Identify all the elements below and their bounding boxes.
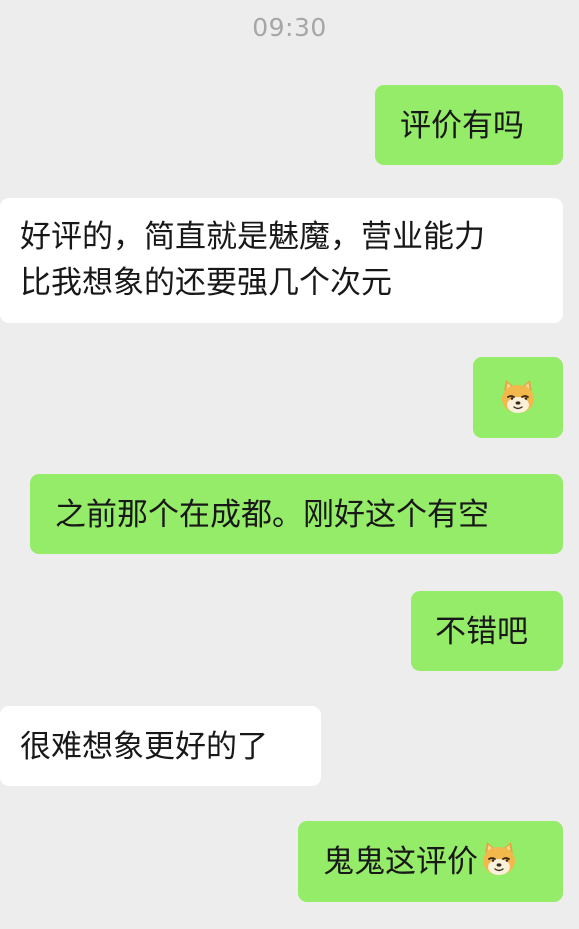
message-text: 之前那个在成都。刚好这个有空 — [55, 496, 489, 533]
message-bubble-sent[interactable]: 之前那个在成都。刚好这个有空 — [30, 474, 563, 554]
message-text-line: 比我想象的还要强几个次元 — [20, 265, 392, 301]
message-bubble-sent[interactable]: 评价有吗 — [375, 85, 563, 165]
message-text: 很难想象更好的了 — [20, 728, 268, 765]
message-text: 评价有吗 — [400, 107, 524, 144]
message-text: 鬼鬼这评价 — [323, 843, 478, 880]
chat-timestamp: 09:30 — [252, 13, 327, 42]
message-bubble-sent[interactable]: 鬼鬼这评价 — [298, 821, 563, 902]
message-bubble-received[interactable]: 好评的，简直就是魅魔，营业能力 比我想象的还要强几个次元 — [0, 198, 563, 323]
message-text-line: 好评的，简直就是魅魔，营业能力 — [20, 219, 485, 255]
message-bubble-received[interactable]: 很难想象更好的了 — [0, 706, 321, 786]
message-bubble-sent[interactable]: 不错吧 — [411, 591, 563, 671]
message-bubble-sent[interactable] — [473, 357, 563, 438]
message-text: 不错吧 — [435, 613, 528, 650]
doge-emoji-icon — [502, 380, 534, 413]
doge-emoji-icon — [483, 841, 515, 875]
